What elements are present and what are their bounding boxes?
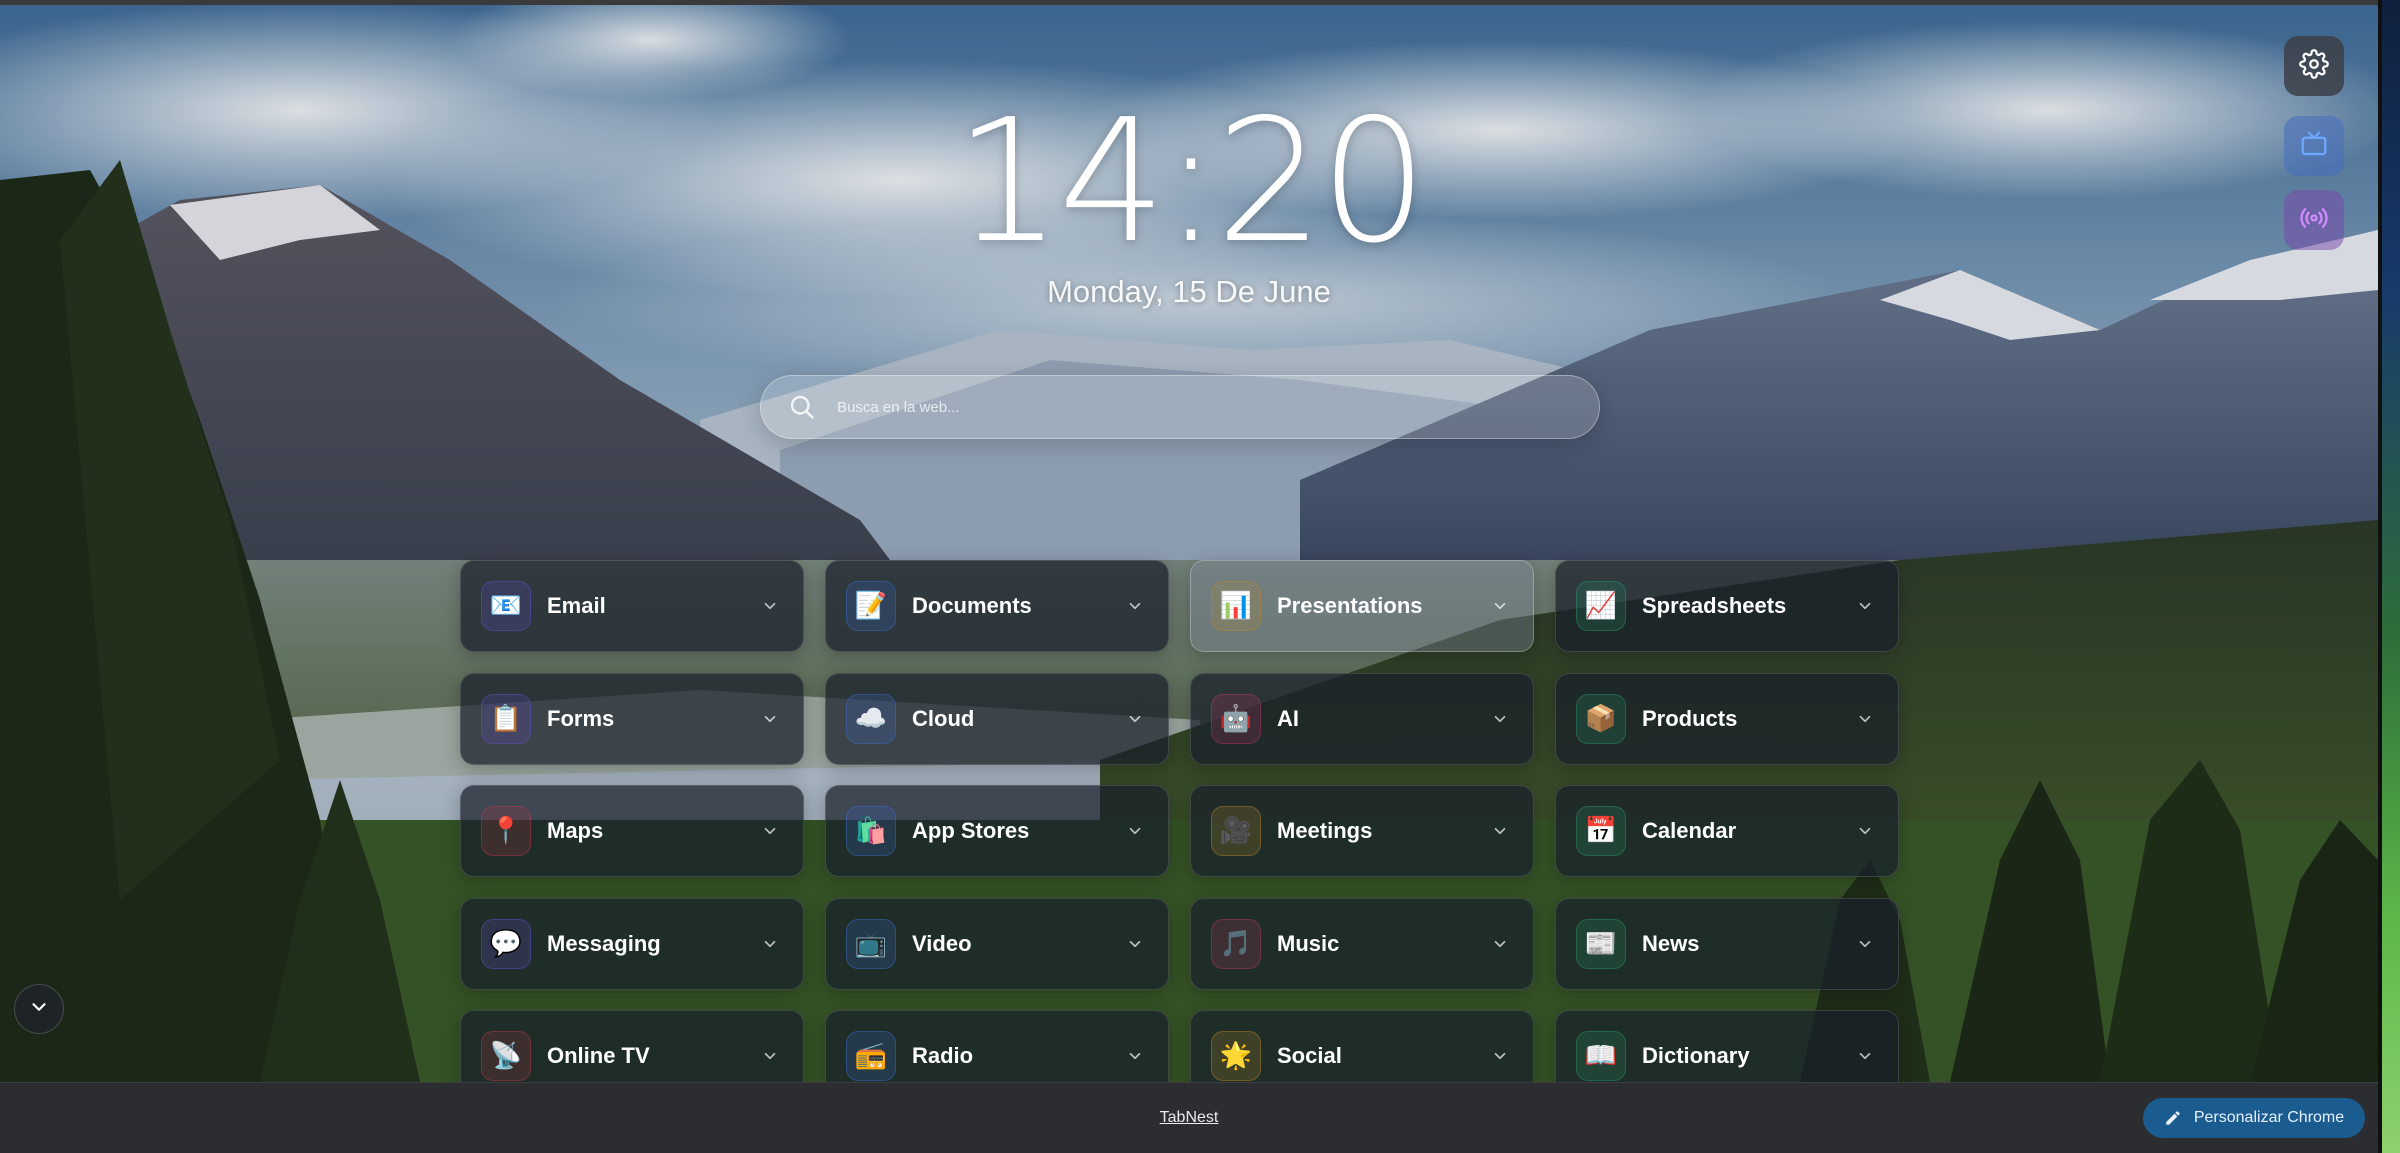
chevron-down-icon[interactable] (1489, 595, 1511, 617)
window-top-edge (0, 0, 2400, 5)
chevron-down-icon[interactable] (1489, 1045, 1511, 1067)
broadcast-icon (2299, 203, 2329, 238)
category-card[interactable]: 🎵 Music (1190, 897, 1534, 990)
chevron-down-icon[interactable] (759, 1045, 781, 1067)
search-bar[interactable] (760, 375, 1600, 439)
chevron-down-icon[interactable] (759, 708, 781, 730)
category-label: Radio (912, 1043, 974, 1068)
chevron-down-icon[interactable] (1124, 820, 1146, 842)
category-card[interactable]: 📰 News (1555, 897, 1899, 990)
category-icon: ☁️ (846, 693, 896, 744)
category-card[interactable]: 💬 Messaging (460, 897, 804, 990)
category-label: Email (547, 593, 606, 618)
clock-date: Monday, 15 De June (1047, 274, 1331, 309)
category-label: Spreadsheets (1642, 593, 1787, 618)
category-icon: 📺 (846, 918, 896, 969)
clock-time: 14:20 (954, 83, 1428, 281)
category-label: Dictionary (1642, 1043, 1750, 1068)
chevron-down-icon[interactable] (1854, 708, 1876, 730)
category-icon: 🛍️ (846, 806, 896, 856)
window-right-border (2378, 0, 2382, 1153)
chevron-down-icon[interactable] (1854, 595, 1876, 617)
category-label: Cloud (912, 705, 975, 731)
category-label: Video (912, 930, 972, 956)
chevron-down-icon[interactable] (1124, 595, 1146, 617)
category-label: Documents (912, 593, 1032, 618)
gear-icon (2299, 48, 2329, 84)
category-card[interactable]: 📦 Products (1555, 672, 1899, 765)
category-icon: 📍 (481, 806, 531, 856)
chevron-down-icon[interactable] (1489, 933, 1511, 955)
chevron-down-icon[interactable] (1854, 933, 1876, 955)
category-icon: 🎵 (1211, 918, 1261, 969)
category-card[interactable]: ☁️ Cloud (825, 672, 1169, 765)
chevron-down-icon[interactable] (759, 933, 781, 955)
category-icon: 📡 (481, 1031, 531, 1081)
category-label: Messaging (547, 930, 661, 956)
chevron-down-icon[interactable] (1854, 1045, 1876, 1067)
tabnest-link[interactable]: TabNest (0, 1109, 2378, 1127)
category-icon: 📋 (481, 693, 531, 744)
chevron-down-icon (28, 996, 50, 1023)
chevron-down-icon[interactable] (759, 820, 781, 842)
category-card[interactable]: 📧 Email (460, 560, 804, 652)
category-label: Presentations (1277, 593, 1423, 618)
category-label: Maps (547, 818, 604, 843)
category-icon: 🤖 (1211, 693, 1261, 744)
new-tab-page: 14:20 Monday, 15 De June Busca en la web… (0, 0, 2400, 1153)
category-icon: 📰 (1576, 918, 1626, 969)
footer-bar: TabNest Personalizar Chrome (0, 1082, 2378, 1153)
category-label: AI (1277, 705, 1299, 731)
pencil-icon (2164, 1109, 2182, 1127)
category-label: App Stores (912, 818, 1030, 843)
chevron-down-icon[interactable] (1124, 1045, 1146, 1067)
category-icon: 📻 (846, 1031, 896, 1081)
settings-button[interactable] (2284, 36, 2344, 96)
category-card[interactable]: 🎥 Meetings (1190, 785, 1534, 877)
category-label: Meetings (1277, 818, 1373, 843)
category-card[interactable]: 🤖 AI (1190, 672, 1534, 765)
customize-chrome-label: Personalizar Chrome (2193, 1109, 2345, 1126)
chevron-down-icon[interactable] (1124, 933, 1146, 955)
category-card[interactable]: 📋 Forms (460, 672, 804, 765)
category-label: Social (1277, 1043, 1342, 1068)
category-icon: 📅 (1576, 806, 1626, 856)
search-input[interactable] (835, 397, 1599, 417)
category-icon: 🎥 (1211, 806, 1261, 856)
category-card[interactable]: 📝 Documents (825, 560, 1169, 652)
customize-chrome-button[interactable]: Personalizar Chrome (2143, 1098, 2365, 1138)
chevron-down-icon[interactable] (1124, 708, 1146, 730)
category-card[interactable]: 📍 Maps (460, 785, 804, 877)
category-icon: 📖 (1576, 1031, 1626, 1081)
category-label: Calendar (1642, 818, 1737, 843)
category-label: News (1642, 930, 1700, 956)
chevron-down-icon[interactable] (759, 595, 781, 617)
chevron-down-icon[interactable] (1489, 708, 1511, 730)
category-icon: 📦 (1576, 693, 1626, 744)
scroll-down-button[interactable] (14, 984, 64, 1034)
chevron-down-icon[interactable] (1854, 820, 1876, 842)
search-icon (787, 392, 817, 422)
category-label: Music (1277, 930, 1340, 956)
category-icon: 📊 (1211, 581, 1261, 631)
category-card[interactable]: 📺 Video (825, 897, 1169, 990)
category-icon: 💬 (481, 918, 531, 969)
radio-button[interactable] (2284, 190, 2344, 250)
chevron-down-icon[interactable] (1489, 820, 1511, 842)
category-card[interactable]: 📈 Spreadsheets (1555, 560, 1899, 652)
category-label: Forms (547, 705, 615, 731)
category-icon: 📧 (481, 581, 531, 631)
category-card[interactable]: 🛍️ App Stores (825, 785, 1169, 877)
category-icon: 📝 (846, 581, 896, 631)
category-icon: 📈 (1576, 581, 1626, 631)
category-icon: 🌟 (1211, 1031, 1261, 1081)
category-card[interactable]: 📊 Presentations (1190, 560, 1534, 652)
category-label: Products (1642, 705, 1738, 731)
tv-button[interactable] (2284, 116, 2344, 176)
tv-icon (2299, 129, 2329, 164)
category-card[interactable]: 📅 Calendar (1555, 785, 1899, 877)
category-label: Online TV (547, 1043, 650, 1068)
